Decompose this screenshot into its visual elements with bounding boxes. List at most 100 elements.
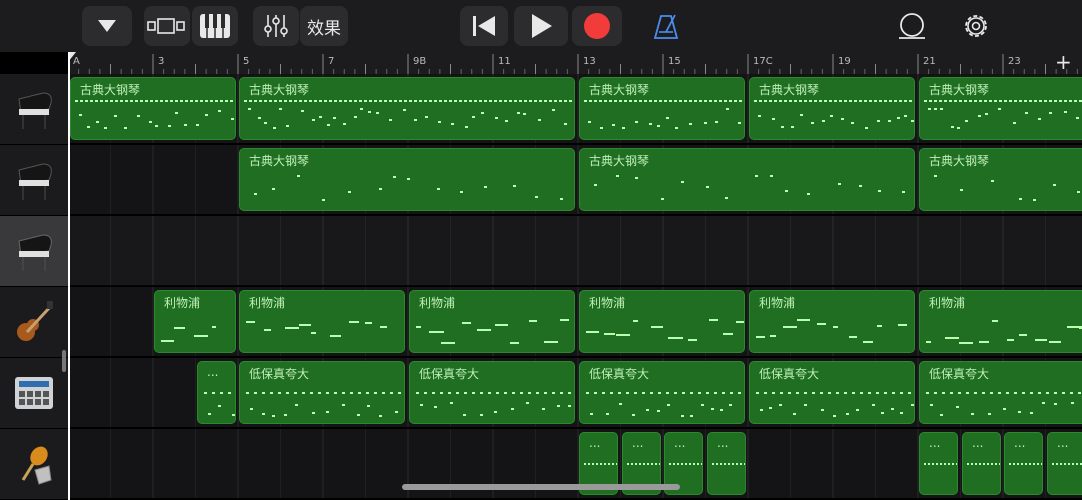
midi-note xyxy=(1025,112,1028,114)
midi-note xyxy=(264,122,267,124)
midi-note xyxy=(785,190,788,192)
midi-note xyxy=(196,124,199,126)
midi-note xyxy=(994,100,997,102)
timeline-ruler[interactable]: A 3 5 7 9B 11 13 15 17C 19 21 23 + xyxy=(67,50,1082,75)
region[interactable]: 低保真夸大 xyxy=(239,361,405,424)
mixer-button[interactable] xyxy=(253,6,299,46)
midi-note xyxy=(1019,334,1027,336)
midi-note xyxy=(651,326,663,328)
midi-note xyxy=(673,463,675,465)
rewind-button[interactable] xyxy=(460,6,508,46)
region[interactable]: 利物浦 xyxy=(919,290,1082,353)
midi-note xyxy=(728,463,730,465)
midi-note xyxy=(1025,463,1027,465)
midi-note xyxy=(814,100,817,102)
region[interactable]: 低保真夸大 xyxy=(409,361,575,424)
track-header-drum-machine[interactable] xyxy=(0,358,68,429)
record-button[interactable] xyxy=(572,6,622,46)
play-button[interactable] xyxy=(514,6,568,46)
midi-note xyxy=(382,392,385,394)
region[interactable]: ... xyxy=(1004,432,1043,495)
region[interactable]: 古典大钢琴 xyxy=(749,77,915,140)
add-section-button[interactable]: + xyxy=(1055,50,1072,74)
midi-note xyxy=(714,100,717,102)
midi-note xyxy=(629,100,632,102)
region[interactable]: 低保真夸大 xyxy=(579,361,745,424)
midi-note xyxy=(549,100,552,102)
effects-button[interactable]: 效果 xyxy=(300,6,348,46)
midi-note xyxy=(959,100,962,102)
region[interactable]: 利物浦 xyxy=(579,290,745,353)
browser-dropdown-button[interactable] xyxy=(82,6,132,46)
track-header-percussion[interactable] xyxy=(0,429,68,500)
midi-note xyxy=(701,463,702,465)
settings-button[interactable] xyxy=(956,6,996,46)
midi-note xyxy=(87,126,90,128)
midi-note xyxy=(358,392,361,394)
header-resize-handle[interactable] xyxy=(62,350,66,372)
region[interactable]: 利物浦 xyxy=(409,290,575,353)
midi-note xyxy=(230,100,233,102)
midi-note xyxy=(966,392,969,394)
midi-note xyxy=(934,108,937,110)
midi-note xyxy=(979,100,982,102)
region[interactable]: 低保真夸大 xyxy=(919,361,1082,424)
region[interactable]: 古典大钢琴 xyxy=(239,77,575,140)
region[interactable]: 利物浦 xyxy=(749,290,915,353)
midi-note xyxy=(942,392,945,394)
midi-note xyxy=(838,183,841,185)
region[interactable]: ... xyxy=(1047,432,1082,495)
midi-note xyxy=(504,100,507,102)
track-header-bass[interactable] xyxy=(0,287,68,358)
loop-button[interactable] xyxy=(892,6,932,46)
midi-note xyxy=(984,100,987,102)
region[interactable]: ... xyxy=(962,432,1001,495)
keyboard-button[interactable] xyxy=(192,6,238,46)
midi-note xyxy=(724,463,726,465)
midi-note xyxy=(878,190,881,192)
region[interactable]: 古典大钢琴 xyxy=(579,148,915,211)
track-header-piano-1[interactable] xyxy=(0,74,68,145)
midi-note xyxy=(145,100,148,102)
track-header-piano-3[interactable] xyxy=(0,216,68,287)
midi-note xyxy=(279,108,282,110)
metronome-button[interactable] xyxy=(646,6,686,46)
midi-note xyxy=(1035,339,1047,341)
midi-note xyxy=(301,110,304,112)
region[interactable]: 低保真夸大 xyxy=(749,361,915,424)
midi-note xyxy=(208,413,211,415)
midi-note xyxy=(689,100,692,102)
tracks-view-button[interactable] xyxy=(144,6,190,46)
midi-note xyxy=(175,100,178,102)
midi-note xyxy=(1054,100,1057,102)
track-header-piano-2[interactable] xyxy=(0,145,68,216)
ruler-marker-label: 7 xyxy=(328,56,334,67)
midi-note xyxy=(379,100,382,102)
midi-note xyxy=(596,463,598,465)
region[interactable]: 古典大钢琴 xyxy=(70,77,236,140)
region[interactable]: 利物浦 xyxy=(154,290,236,353)
midi-note xyxy=(232,414,235,416)
playhead[interactable] xyxy=(68,52,70,500)
midi-note xyxy=(284,414,287,416)
region[interactable]: 古典大钢琴 xyxy=(579,77,745,140)
region[interactable]: 利物浦 xyxy=(239,290,405,353)
region[interactable]: ... xyxy=(919,432,958,495)
midi-note xyxy=(681,415,684,417)
midi-note xyxy=(834,100,837,102)
midi-note xyxy=(481,112,484,114)
region[interactable]: 古典大钢琴 xyxy=(919,77,1082,140)
drum-machine-icon xyxy=(15,377,53,409)
midi-note xyxy=(784,100,787,102)
midi-note xyxy=(781,126,784,128)
midi-note xyxy=(105,100,108,102)
region[interactable]: 古典大钢琴 xyxy=(239,148,575,211)
region[interactable]: ... xyxy=(707,432,746,495)
region[interactable]: ... xyxy=(197,361,236,424)
midi-note xyxy=(667,404,670,406)
ruler-marker-label: 15 xyxy=(668,56,681,67)
midi-note xyxy=(1034,100,1037,102)
midi-note xyxy=(760,409,763,411)
region[interactable]: 古典大钢琴 xyxy=(919,148,1082,211)
horizontal-scrollbar[interactable] xyxy=(402,484,680,490)
